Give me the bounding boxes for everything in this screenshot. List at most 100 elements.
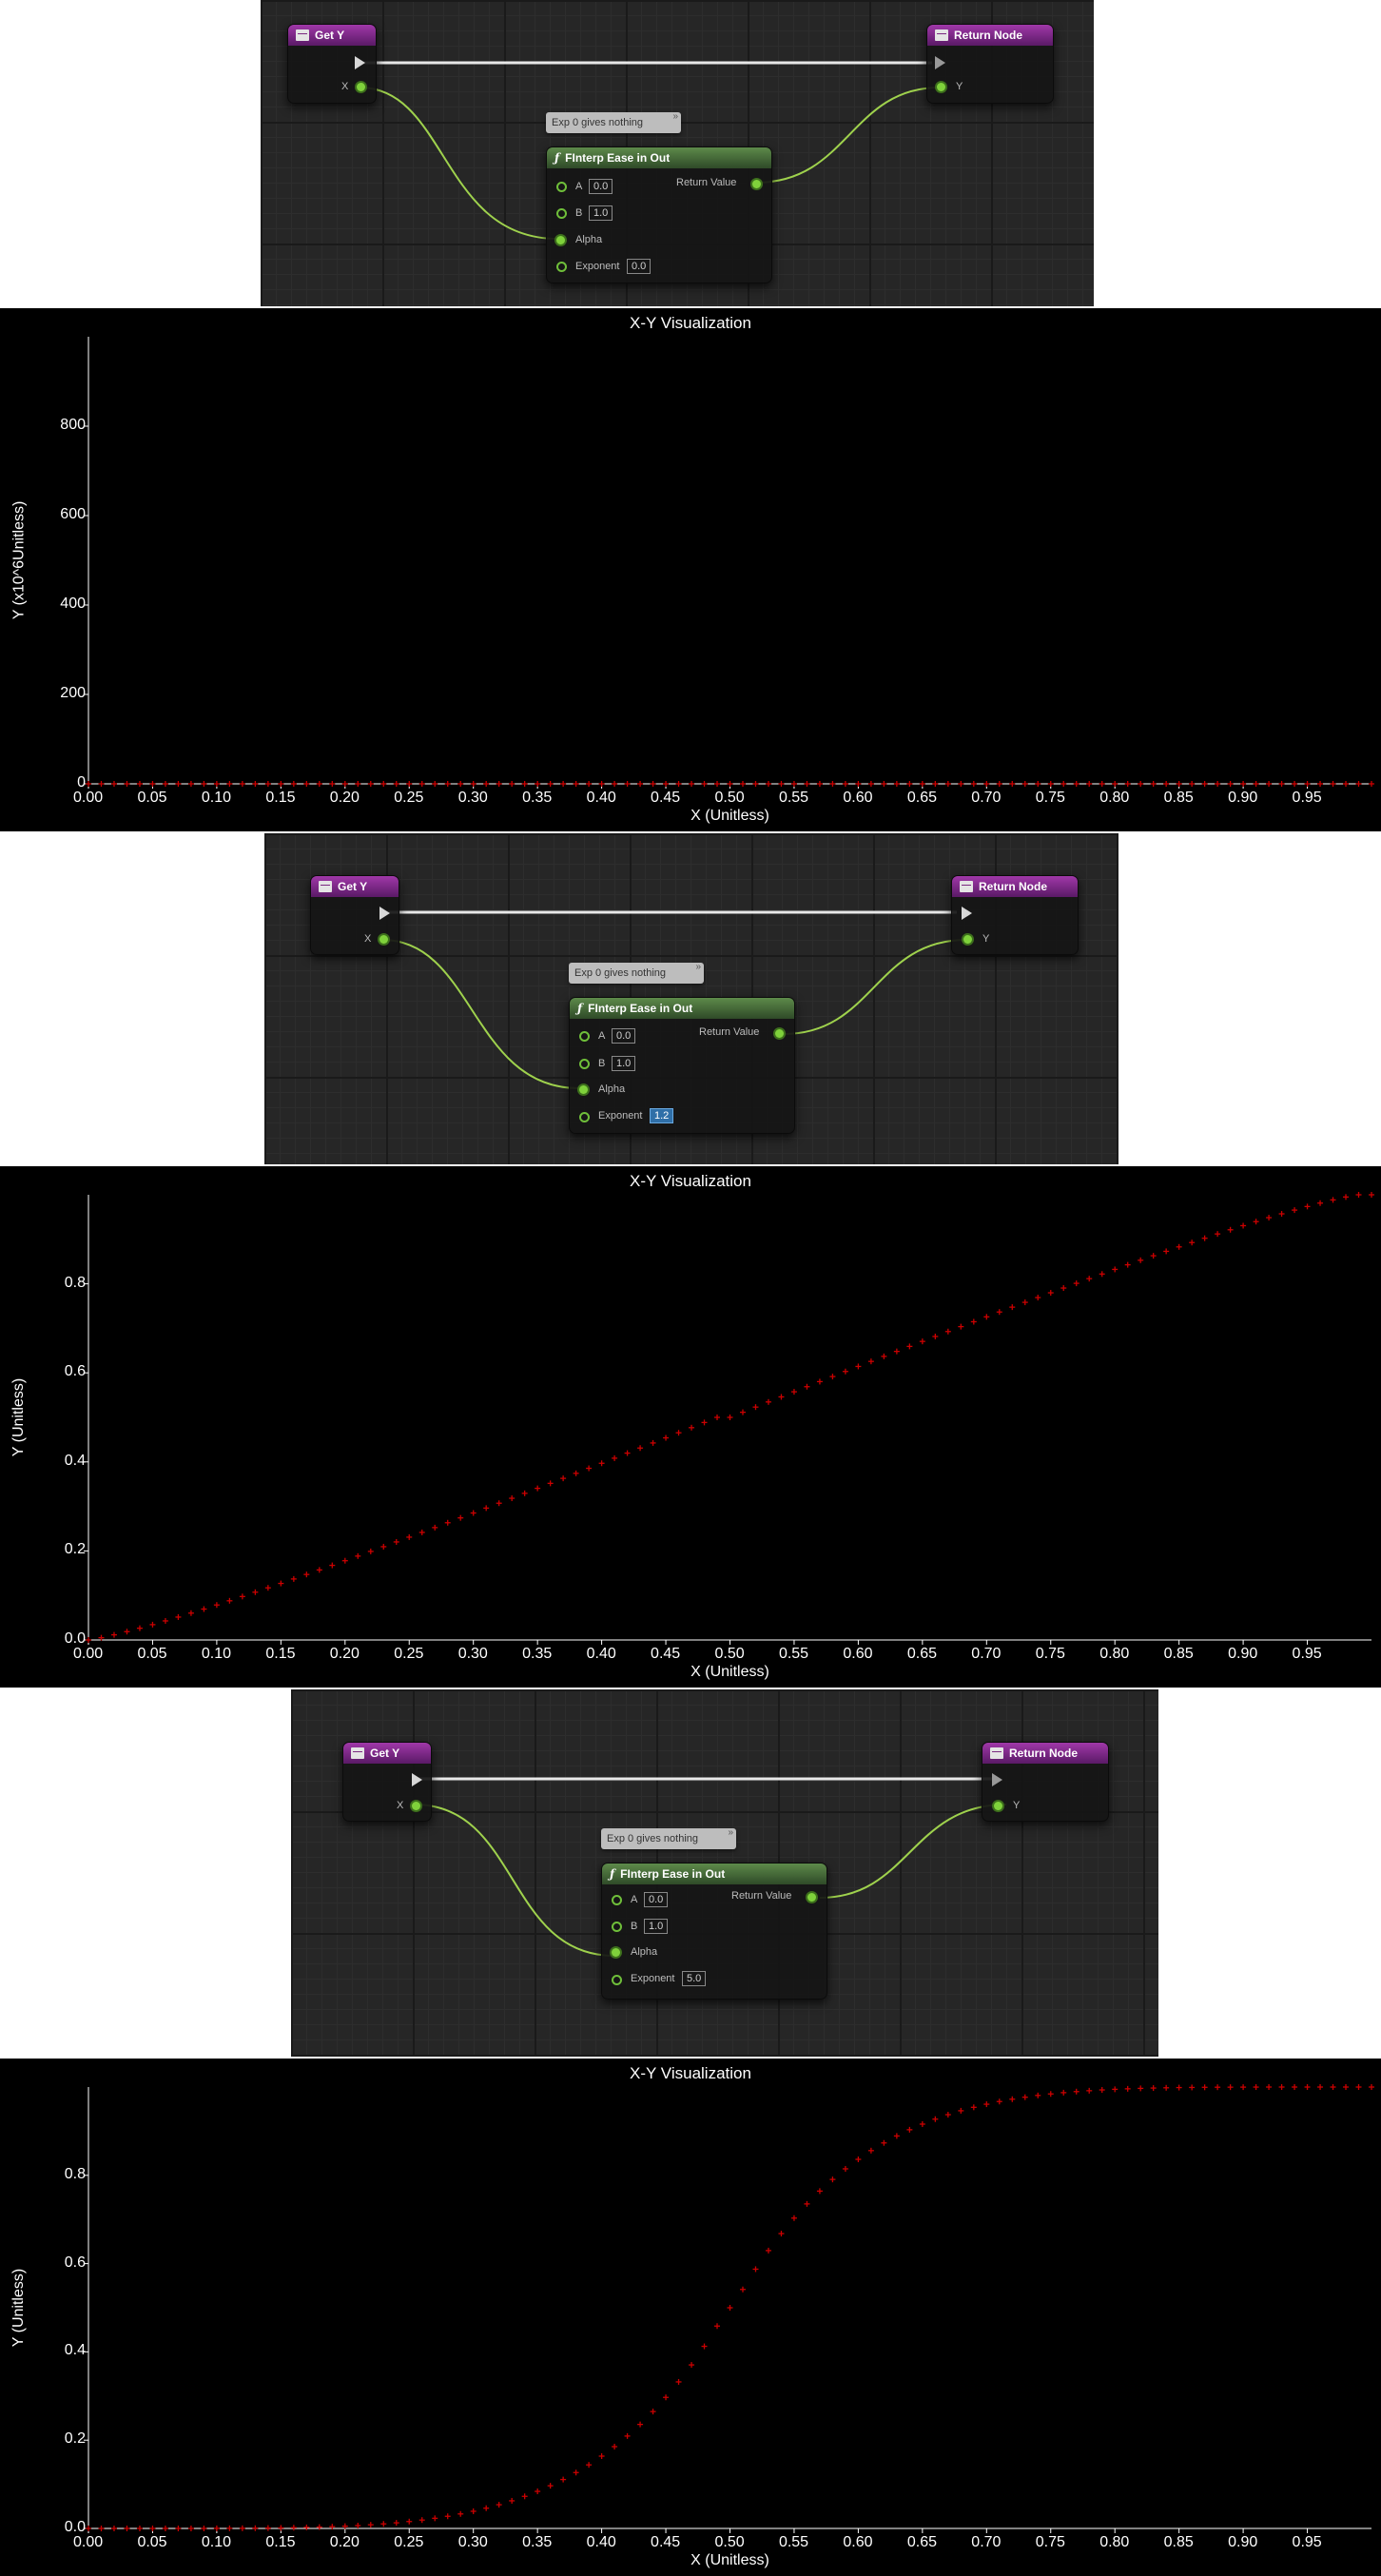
return-value-pin[interactable] — [775, 1029, 784, 1038]
y-input-pin[interactable] — [994, 1802, 1002, 1810]
exec-out-pin[interactable] — [355, 56, 365, 69]
data-point — [765, 2247, 771, 2254]
data-point — [303, 781, 310, 787]
data-point — [714, 2323, 721, 2330]
a-input-pin[interactable] — [556, 182, 567, 192]
a-input-pin[interactable] — [579, 1031, 590, 1042]
exponent-value-field[interactable]: 1.2 — [650, 1108, 674, 1123]
b-value-field[interactable]: 1.0 — [644, 1919, 669, 1934]
data-point — [1163, 781, 1170, 787]
data-point — [893, 1348, 900, 1355]
data-point — [855, 781, 862, 787]
y-input-pin[interactable] — [963, 935, 972, 944]
get-y-node[interactable]: Get Y X — [287, 24, 377, 104]
exponent-value-field[interactable]: 0.0 — [627, 259, 652, 274]
b-input-pin[interactable] — [612, 1922, 622, 1932]
data-point — [457, 781, 464, 787]
data-point — [239, 2525, 245, 2531]
node-comment-bubble[interactable]: Exp 0 gives nothing — [546, 107, 681, 133]
y-input-pin[interactable] — [937, 83, 945, 91]
x-output-pin[interactable] — [379, 935, 388, 944]
data-point — [804, 1383, 810, 1390]
data-point — [1240, 1222, 1247, 1229]
data-point — [701, 781, 708, 787]
get-y-node[interactable]: Get Y X — [310, 875, 399, 955]
finterp-ease-in-out-node[interactable]: ƒ FInterp Ease in Out A 0.0 Return Value… — [546, 146, 772, 283]
data-point — [1355, 2084, 1362, 2090]
b-value-field[interactable]: 1.0 — [589, 205, 613, 221]
exponent-input-pin[interactable] — [612, 1975, 622, 1985]
alpha-input-pin[interactable] — [556, 236, 565, 244]
a-value-field[interactable]: 0.0 — [612, 1028, 636, 1044]
return-node-header[interactable]: Return Node — [952, 876, 1078, 897]
exec-in-pin[interactable] — [992, 1773, 1002, 1786]
y-tick-label: 0.8 — [64, 1274, 86, 1291]
exponent-value-field[interactable]: 5.0 — [682, 1971, 707, 1986]
data-point — [958, 2107, 964, 2114]
data-point — [790, 2215, 797, 2221]
x-tick-label: 0.00 — [73, 790, 104, 806]
x-tick-label: 0.95 — [1292, 1646, 1322, 1662]
data-point — [637, 1445, 644, 1452]
x-tick-label: 0.80 — [1099, 1646, 1130, 1662]
blueprint-graph-2[interactable]: Get Y X Return Node Y Exp 0 gives nothin… — [264, 833, 1118, 1164]
exec-in-pin[interactable] — [935, 56, 945, 69]
exec-out-pin[interactable] — [412, 1773, 422, 1786]
blueprint-graph-3[interactable]: Get Y X Return Node Y Exp 0 gives nothin… — [291, 1689, 1158, 2057]
blueprint-graph-1[interactable]: Get Y X Return Node Y Exp 0 gives nothin… — [261, 0, 1094, 306]
data-point — [881, 1353, 887, 1359]
data-point — [1278, 2084, 1285, 2090]
b-input-pin[interactable] — [579, 1059, 590, 1069]
b-value-field[interactable]: 1.0 — [612, 1056, 636, 1071]
finterp-node-header[interactable]: ƒ FInterp Ease in Out — [570, 998, 794, 1019]
data-point — [290, 1575, 297, 1582]
data-point — [252, 1589, 259, 1595]
alpha-input-pin[interactable] — [612, 1948, 620, 1957]
exponent-input-pin[interactable] — [556, 262, 567, 272]
return-node-header[interactable]: Return Node — [982, 1743, 1108, 1764]
data-point — [612, 781, 618, 787]
get-y-node[interactable]: Get Y X — [342, 1742, 432, 1822]
data-point — [739, 1409, 746, 1415]
data-point — [187, 781, 194, 787]
a-value-field[interactable]: 0.0 — [589, 179, 613, 194]
finterp-node-header[interactable]: ƒ FInterp Ease in Out — [547, 147, 771, 168]
return-value-pin[interactable] — [752, 180, 761, 188]
data-point — [1201, 2084, 1208, 2091]
return-node[interactable]: Return Node Y — [982, 1742, 1109, 1822]
exec-in-pin[interactable] — [962, 907, 972, 920]
node-comment-bubble[interactable]: Exp 0 gives nothing — [601, 1823, 736, 1849]
data-point — [406, 781, 413, 787]
data-point — [573, 2469, 579, 2476]
x-tick-label: 0.20 — [329, 1646, 360, 1662]
get-y-title: Get Y — [338, 880, 368, 893]
x-tick-label: 0.75 — [1035, 1646, 1065, 1662]
x-output-pin[interactable] — [412, 1802, 420, 1810]
x-tick-label: 0.60 — [843, 790, 873, 806]
get-y-node-header[interactable]: Get Y — [288, 25, 376, 46]
data-point — [1215, 2084, 1221, 2091]
node-comment-bubble[interactable]: Exp 0 gives nothing — [569, 957, 704, 984]
finterp-ease-in-out-node[interactable]: ƒ FInterp Ease in Out A 0.0 Return Value… — [569, 997, 795, 1134]
return-node[interactable]: Return Node Y — [951, 875, 1079, 955]
exponent-input-pin[interactable] — [579, 1112, 590, 1122]
finterp-ease-in-out-node[interactable]: ƒ FInterp Ease in Out A 0.0 Return Value… — [601, 1863, 827, 2000]
data-point — [406, 2518, 413, 2525]
y-tick-label: 0.2 — [64, 2430, 86, 2448]
x-tick-label: 0.60 — [843, 2534, 873, 2550]
data-point — [906, 781, 913, 787]
function-return-icon — [935, 29, 948, 41]
x-output-pin[interactable] — [357, 83, 365, 91]
b-input-pin[interactable] — [556, 208, 567, 219]
return-node-header[interactable]: Return Node — [927, 25, 1053, 46]
alpha-input-pin[interactable] — [579, 1085, 588, 1094]
get-y-node-header[interactable]: Get Y — [311, 876, 399, 897]
a-input-pin[interactable] — [612, 1895, 622, 1905]
get-y-node-header[interactable]: Get Y — [343, 1743, 431, 1764]
finterp-node-header[interactable]: ƒ FInterp Ease in Out — [602, 1864, 827, 1884]
a-value-field[interactable]: 0.0 — [644, 1892, 669, 1907]
return-node[interactable]: Return Node Y — [926, 24, 1054, 104]
exec-out-pin[interactable] — [379, 907, 390, 920]
data-point — [1112, 1266, 1118, 1273]
return-value-pin[interactable] — [807, 1893, 816, 1902]
